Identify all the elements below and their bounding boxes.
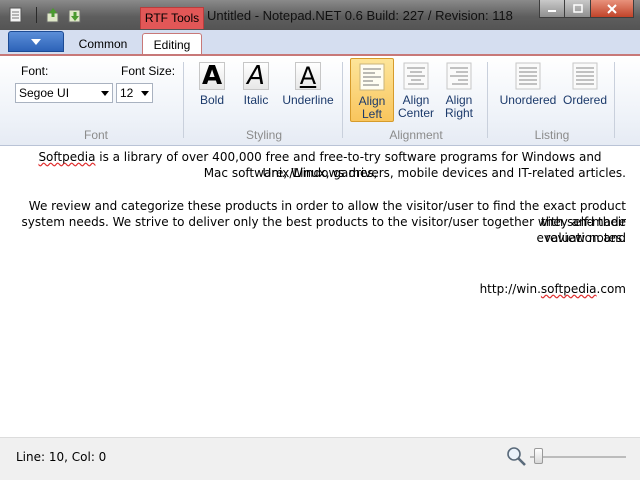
group-label-font: Font bbox=[83, 128, 108, 142]
misspelled-word: Softpedia bbox=[38, 150, 96, 164]
italic-button[interactable]: A Italic bbox=[234, 60, 278, 120]
window-controls bbox=[539, 0, 634, 18]
misspelled-word: softpedia bbox=[540, 282, 597, 296]
toolbar-separator bbox=[36, 7, 37, 23]
align-left-icon bbox=[359, 63, 385, 91]
maximize-icon bbox=[572, 3, 583, 13]
tab-common[interactable]: Common bbox=[70, 33, 136, 55]
tab-editing[interactable]: Editing bbox=[142, 33, 202, 55]
link-prefix: http://win. bbox=[479, 282, 541, 296]
align-center-button[interactable]: Align Center bbox=[394, 60, 438, 120]
underline-icon: A bbox=[295, 62, 321, 90]
align-left-label-2: Left bbox=[361, 107, 382, 121]
font-label: Font: bbox=[21, 64, 49, 78]
bold-button[interactable]: A Bold bbox=[190, 60, 234, 120]
group-separator bbox=[614, 62, 615, 138]
align-center-icon bbox=[403, 62, 429, 90]
font-family-dropdown[interactable]: Segoe UI bbox=[15, 83, 113, 103]
underline-label: Underline bbox=[282, 93, 334, 107]
align-right-icon bbox=[446, 62, 472, 90]
unordered-list-icon bbox=[515, 62, 541, 90]
font-family-value: Segoe UI bbox=[19, 86, 70, 100]
group-separator bbox=[342, 62, 343, 138]
minimize-button[interactable] bbox=[539, 0, 565, 18]
unordered-list-label: Unordered bbox=[499, 93, 557, 107]
status-bar: Line: 10, Col: 0 bbox=[0, 437, 640, 480]
app-icon bbox=[9, 7, 22, 23]
ordered-list-label: Ordered bbox=[562, 93, 608, 107]
quick-access-toolbar bbox=[8, 5, 89, 25]
ordered-list-button[interactable]: Ordered bbox=[561, 60, 609, 120]
close-icon bbox=[607, 3, 617, 14]
align-right-label-2: Right bbox=[444, 106, 473, 120]
maximize-button[interactable] bbox=[565, 0, 591, 18]
group-label-alignment: Alignment bbox=[389, 128, 443, 142]
group-separator bbox=[487, 62, 488, 138]
magnifier-icon bbox=[507, 447, 526, 466]
minimize-icon bbox=[548, 9, 556, 12]
group-label-styling: Styling bbox=[245, 128, 283, 142]
align-right-label-1: Align bbox=[445, 93, 473, 107]
align-left-label-1: Align bbox=[358, 94, 386, 108]
close-button[interactable] bbox=[591, 0, 634, 18]
zoom-slider-thumb[interactable] bbox=[534, 448, 544, 464]
chevron-down-icon bbox=[31, 38, 41, 45]
align-right-button[interactable]: Align Right bbox=[437, 60, 481, 120]
contextual-tab-rtf-tools: RTF Tools bbox=[140, 7, 204, 29]
align-center-label-1: Align bbox=[402, 93, 430, 107]
zoom-control bbox=[506, 445, 626, 469]
open-file-icon[interactable] bbox=[45, 7, 61, 23]
align-center-label-2: Center bbox=[397, 106, 435, 120]
bold-label: Bold bbox=[199, 93, 225, 107]
ordered-list-icon bbox=[572, 62, 598, 90]
chevron-down-icon bbox=[101, 91, 109, 96]
save-file-icon[interactable] bbox=[67, 7, 83, 23]
paragraph-1-line-2: Mac software, Windows drivers, mobile de… bbox=[203, 166, 626, 180]
window-title: Untitled - Notepad.NET 0.6 Build: 227 / … bbox=[207, 8, 513, 23]
application-menu-button[interactable] bbox=[8, 31, 64, 52]
font-size-label: Font Size: bbox=[121, 64, 176, 78]
italic-icon: A bbox=[243, 62, 269, 90]
font-size-dropdown[interactable]: 12 bbox=[116, 83, 153, 103]
font-size-value: 12 bbox=[120, 86, 134, 100]
align-left-button[interactable]: Align Left bbox=[350, 58, 394, 122]
document-link-line: http://win.softpedia.com bbox=[12, 281, 626, 297]
cursor-position: Line: 10, Col: 0 bbox=[16, 450, 107, 464]
link-suffix: .com bbox=[596, 282, 626, 296]
unordered-list-button[interactable]: Unordered bbox=[497, 60, 559, 120]
chevron-down-icon bbox=[141, 91, 149, 96]
paragraph-2-line-3: review notes. bbox=[545, 231, 626, 245]
group-label-listing: Listing bbox=[534, 128, 570, 142]
zoom-slider-track[interactable] bbox=[530, 456, 626, 458]
document-editor[interactable]: Softpedia is a library of over 400,000 f… bbox=[0, 147, 640, 437]
underline-button[interactable]: A Underline bbox=[280, 60, 336, 120]
italic-label: Italic bbox=[243, 93, 269, 107]
group-separator bbox=[183, 62, 184, 138]
bold-icon: A bbox=[199, 62, 225, 90]
